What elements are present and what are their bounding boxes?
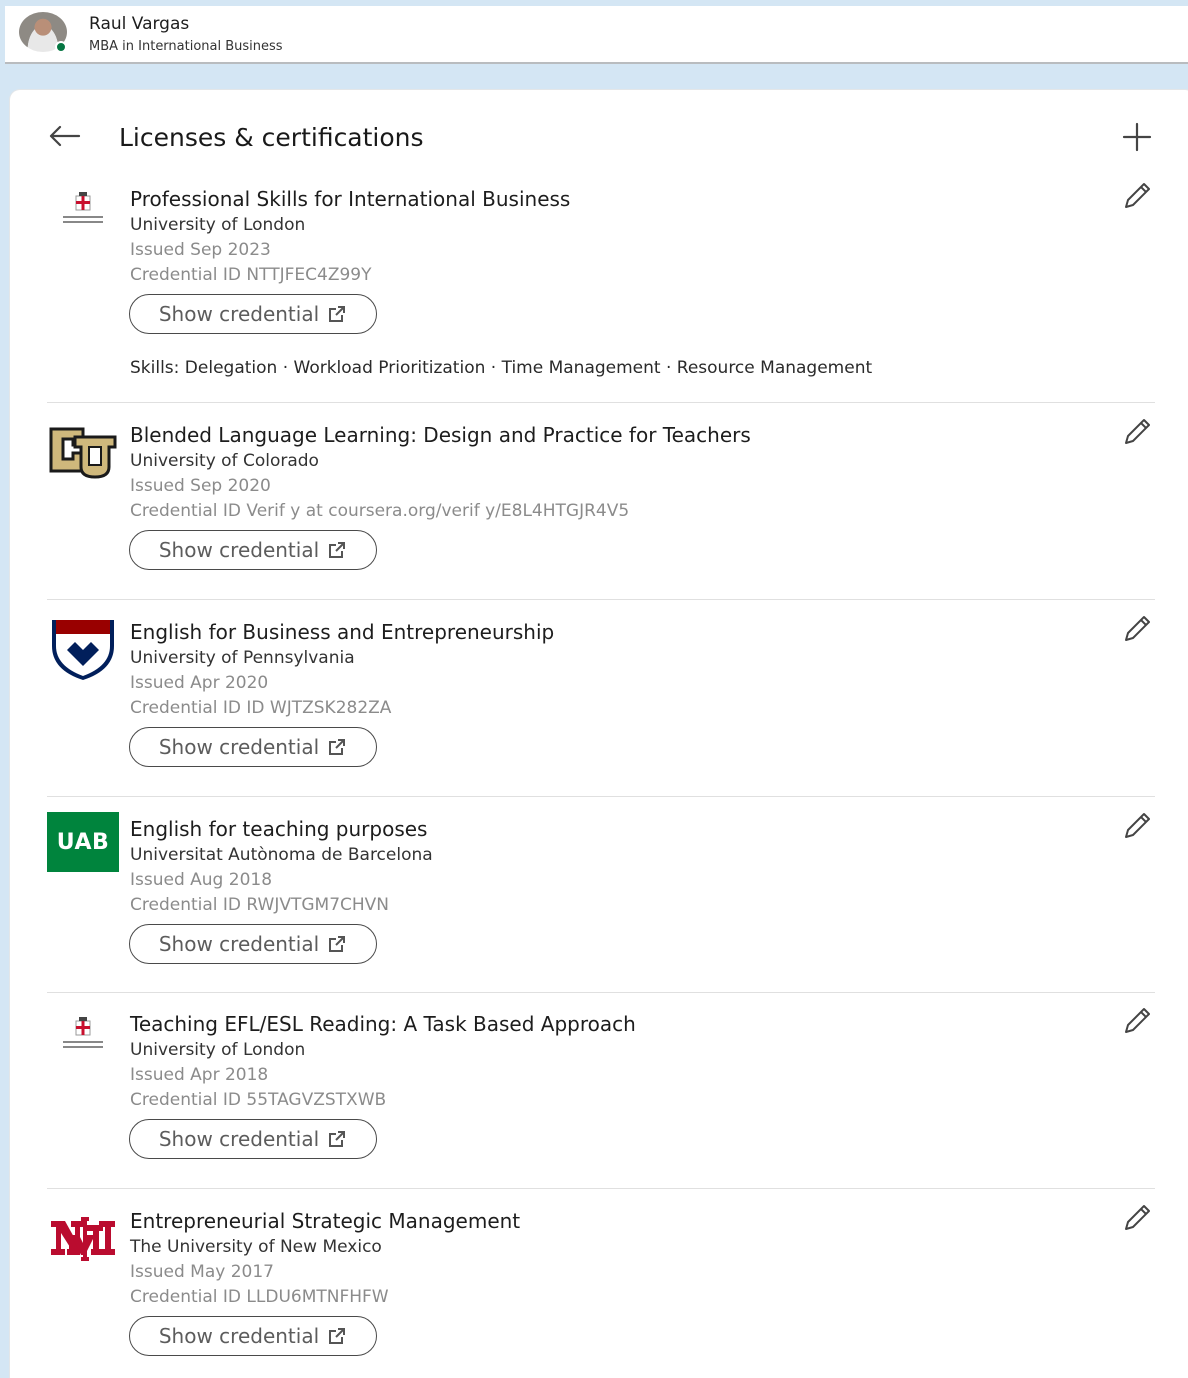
credential-id: Credential ID Verif y at coursera.org/ve… <box>130 501 630 521</box>
show-credential-button[interactable]: Show credential <box>129 294 377 334</box>
credential-id: Credential ID 55TAGVZSTXWB <box>130 1090 387 1110</box>
issue-date: Issued Sep 2020 <box>130 476 271 496</box>
back-button[interactable] <box>46 118 82 154</box>
button-label: Show credential <box>158 1127 320 1151</box>
pencil-icon <box>1125 183 1150 208</box>
divider <box>47 599 1155 600</box>
divider <box>47 402 1155 403</box>
issue-date: Issued Apr 2018 <box>130 1065 269 1085</box>
certification-issuer: The University of New Mexico <box>130 1237 382 1257</box>
show-credential-button[interactable]: Show credential <box>129 727 377 767</box>
certification-issuer: University of London <box>130 215 306 235</box>
show-credential-button[interactable]: Show credential <box>129 530 377 570</box>
edit-button[interactable] <box>1120 1201 1154 1235</box>
arrow-left-icon <box>49 125 81 147</box>
show-credential-button[interactable]: Show credential <box>129 1316 377 1356</box>
university-of-pennsylvania-logo <box>47 616 119 682</box>
divider <box>47 796 1155 797</box>
button-label: Show credential <box>158 932 320 956</box>
add-certification-button[interactable] <box>1120 120 1154 154</box>
certification-title: Teaching EFL/ESL Reading: A Task Based A… <box>130 1012 636 1036</box>
credential-id: Credential ID NTTJFEC4Z99Y <box>130 265 372 285</box>
university-of-london-logo <box>47 187 119 249</box>
licenses-card: Licenses & certifications Professional S… <box>10 90 1188 1378</box>
edit-button[interactable] <box>1120 612 1154 646</box>
issue-date: Issued May 2017 <box>130 1262 274 1282</box>
external-link-icon <box>329 542 346 558</box>
credential-id: Credential ID LLDU6MTNFHFW <box>130 1287 389 1307</box>
edit-button[interactable] <box>1120 809 1154 843</box>
certification-title: Blended Language Learning: Design and Pr… <box>130 423 751 447</box>
university-of-colorado-logo <box>47 423 119 485</box>
button-label: Show credential <box>158 302 320 326</box>
profile-header[interactable]: Raul Vargas MBA in International Busines… <box>5 6 1188 64</box>
external-link-icon <box>329 936 346 952</box>
certification-issuer: University of London <box>130 1040 306 1060</box>
edit-button[interactable] <box>1120 179 1154 213</box>
issue-date: Issued Sep 2023 <box>130 240 271 260</box>
online-status-icon <box>55 41 67 53</box>
external-link-icon <box>329 739 346 755</box>
certification-issuer: University of Colorado <box>130 451 319 471</box>
button-label: Show credential <box>158 1324 320 1348</box>
university-of-new-mexico-logo <box>47 1209 119 1271</box>
certification-title: English for Business and Entrepreneurshi… <box>130 620 555 644</box>
page-title: Licenses & certifications <box>119 123 424 152</box>
certification-issuer: Universitat Autònoma de Barcelona <box>130 845 433 865</box>
plus-icon <box>1122 122 1152 152</box>
certification-issuer: University of Pennsylvania <box>130 648 355 668</box>
pencil-icon <box>1125 813 1150 838</box>
pencil-icon <box>1125 1008 1150 1033</box>
external-link-icon <box>329 306 346 322</box>
button-label: Show credential <box>158 735 320 759</box>
university-of-london-logo <box>47 1012 119 1074</box>
certification-title: English for teaching purposes <box>130 817 428 841</box>
credential-id: Credential ID RWJVTGM7CHVN <box>130 895 390 915</box>
certification-title: Entrepreneurial Strategic Management <box>130 1209 521 1233</box>
divider <box>47 1188 1155 1189</box>
external-link-icon <box>329 1328 346 1344</box>
uab-logo: UAB <box>47 812 119 874</box>
certification-title: Professional Skills for International Bu… <box>130 187 571 211</box>
issue-date: Issued Aug 2018 <box>130 870 273 890</box>
credential-id: Credential ID ID WJTZSK282ZA <box>130 698 392 718</box>
edit-button[interactable] <box>1120 415 1154 449</box>
external-link-icon <box>329 1131 346 1147</box>
pencil-icon <box>1125 419 1150 444</box>
issue-date: Issued Apr 2020 <box>130 673 269 693</box>
edit-button[interactable] <box>1120 1004 1154 1038</box>
show-credential-button[interactable]: Show credential <box>129 1119 377 1159</box>
skills-list: Skills: Delegation · Workload Prioritiza… <box>130 358 873 378</box>
pencil-icon <box>1125 616 1150 641</box>
profile-name: Raul Vargas <box>89 14 190 34</box>
profile-headline: MBA in International Business <box>89 39 283 54</box>
button-label: Show credential <box>158 538 320 562</box>
divider <box>47 992 1155 993</box>
show-credential-button[interactable]: Show credential <box>129 924 377 964</box>
pencil-icon <box>1125 1205 1150 1230</box>
uab-logo-text: UAB <box>47 812 119 872</box>
